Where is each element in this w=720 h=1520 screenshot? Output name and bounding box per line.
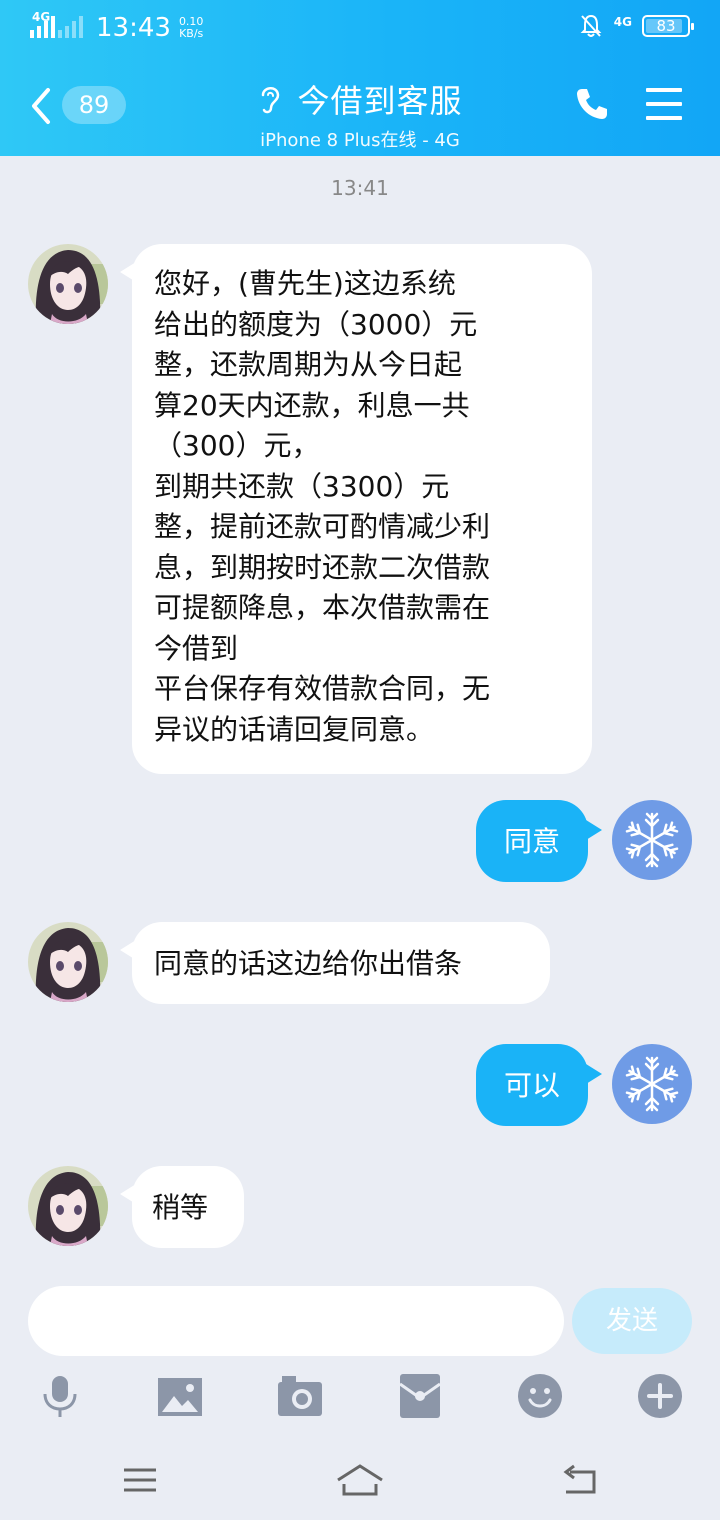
plus-icon[interactable] xyxy=(636,1372,684,1420)
send-button[interactable]: 发送 xyxy=(572,1288,692,1354)
snowflake-icon xyxy=(625,1056,679,1112)
snowflake-icon xyxy=(625,812,679,868)
bubble-tail xyxy=(586,820,602,840)
earpiece-mode-icon xyxy=(262,87,280,114)
bell-muted-icon xyxy=(580,14,602,37)
network-type-right: 4G xyxy=(613,15,632,29)
phone-call-icon[interactable] xyxy=(574,86,610,122)
message-bubble-outgoing[interactable]: 可以 xyxy=(476,1044,588,1126)
agent-avatar[interactable] xyxy=(28,922,108,1002)
nav-bar: 89 今借到客服 iPhone 8 Plus在线 - 4G xyxy=(0,56,720,156)
emoji-icon[interactable] xyxy=(516,1372,564,1420)
image-icon[interactable] xyxy=(156,1372,204,1420)
bubble-tail xyxy=(586,1064,602,1084)
message-input[interactable] xyxy=(28,1286,564,1356)
message-bubble-outgoing[interactable]: 同意 xyxy=(476,800,588,882)
recent-apps-icon[interactable] xyxy=(120,1462,160,1498)
microphone-icon[interactable] xyxy=(36,1372,84,1420)
chat-header: 4G 13:43 0.10 KB/s 4G 83 89 今借到客服 iPhone… xyxy=(0,0,720,156)
status-time: 13:43 xyxy=(96,13,171,43)
system-back-icon[interactable] xyxy=(560,1462,600,1498)
network-type-left: 4G xyxy=(32,10,51,24)
message-bubble-incoming[interactable]: 同意的话这边给你出借条 xyxy=(132,922,550,1004)
online-status: iPhone 8 Plus在线 - 4G xyxy=(260,130,460,151)
user-avatar[interactable] xyxy=(612,1044,692,1124)
system-navigation-bar xyxy=(0,1446,720,1520)
user-avatar[interactable] xyxy=(612,800,692,880)
red-packet-icon[interactable] xyxy=(396,1372,444,1420)
menu-icon[interactable] xyxy=(646,88,682,120)
network-speed: 0.10 KB/s xyxy=(178,15,204,40)
camera-icon[interactable] xyxy=(276,1372,324,1420)
home-icon[interactable] xyxy=(336,1462,384,1498)
message-bubble-incoming[interactable]: 您好，(曹先生)这边系统 给出的额度为（3000）元 整，还款周期为从今日起 算… xyxy=(132,244,592,774)
message-timestamp: 13:41 xyxy=(331,176,389,200)
agent-avatar[interactable] xyxy=(28,1166,108,1246)
agent-avatar[interactable] xyxy=(28,244,108,324)
chat-title: 今借到客服 xyxy=(297,82,463,120)
input-toolbar xyxy=(0,1372,720,1422)
title-area: 今借到客服 iPhone 8 Plus在线 - 4G xyxy=(0,76,720,152)
battery-icon: 83 xyxy=(642,15,694,37)
message-bubble-incoming[interactable]: 稍等 xyxy=(132,1166,244,1248)
status-bar: 4G 13:43 0.10 KB/s 4G 83 xyxy=(0,0,720,56)
signal-icon: 4G xyxy=(30,10,86,38)
